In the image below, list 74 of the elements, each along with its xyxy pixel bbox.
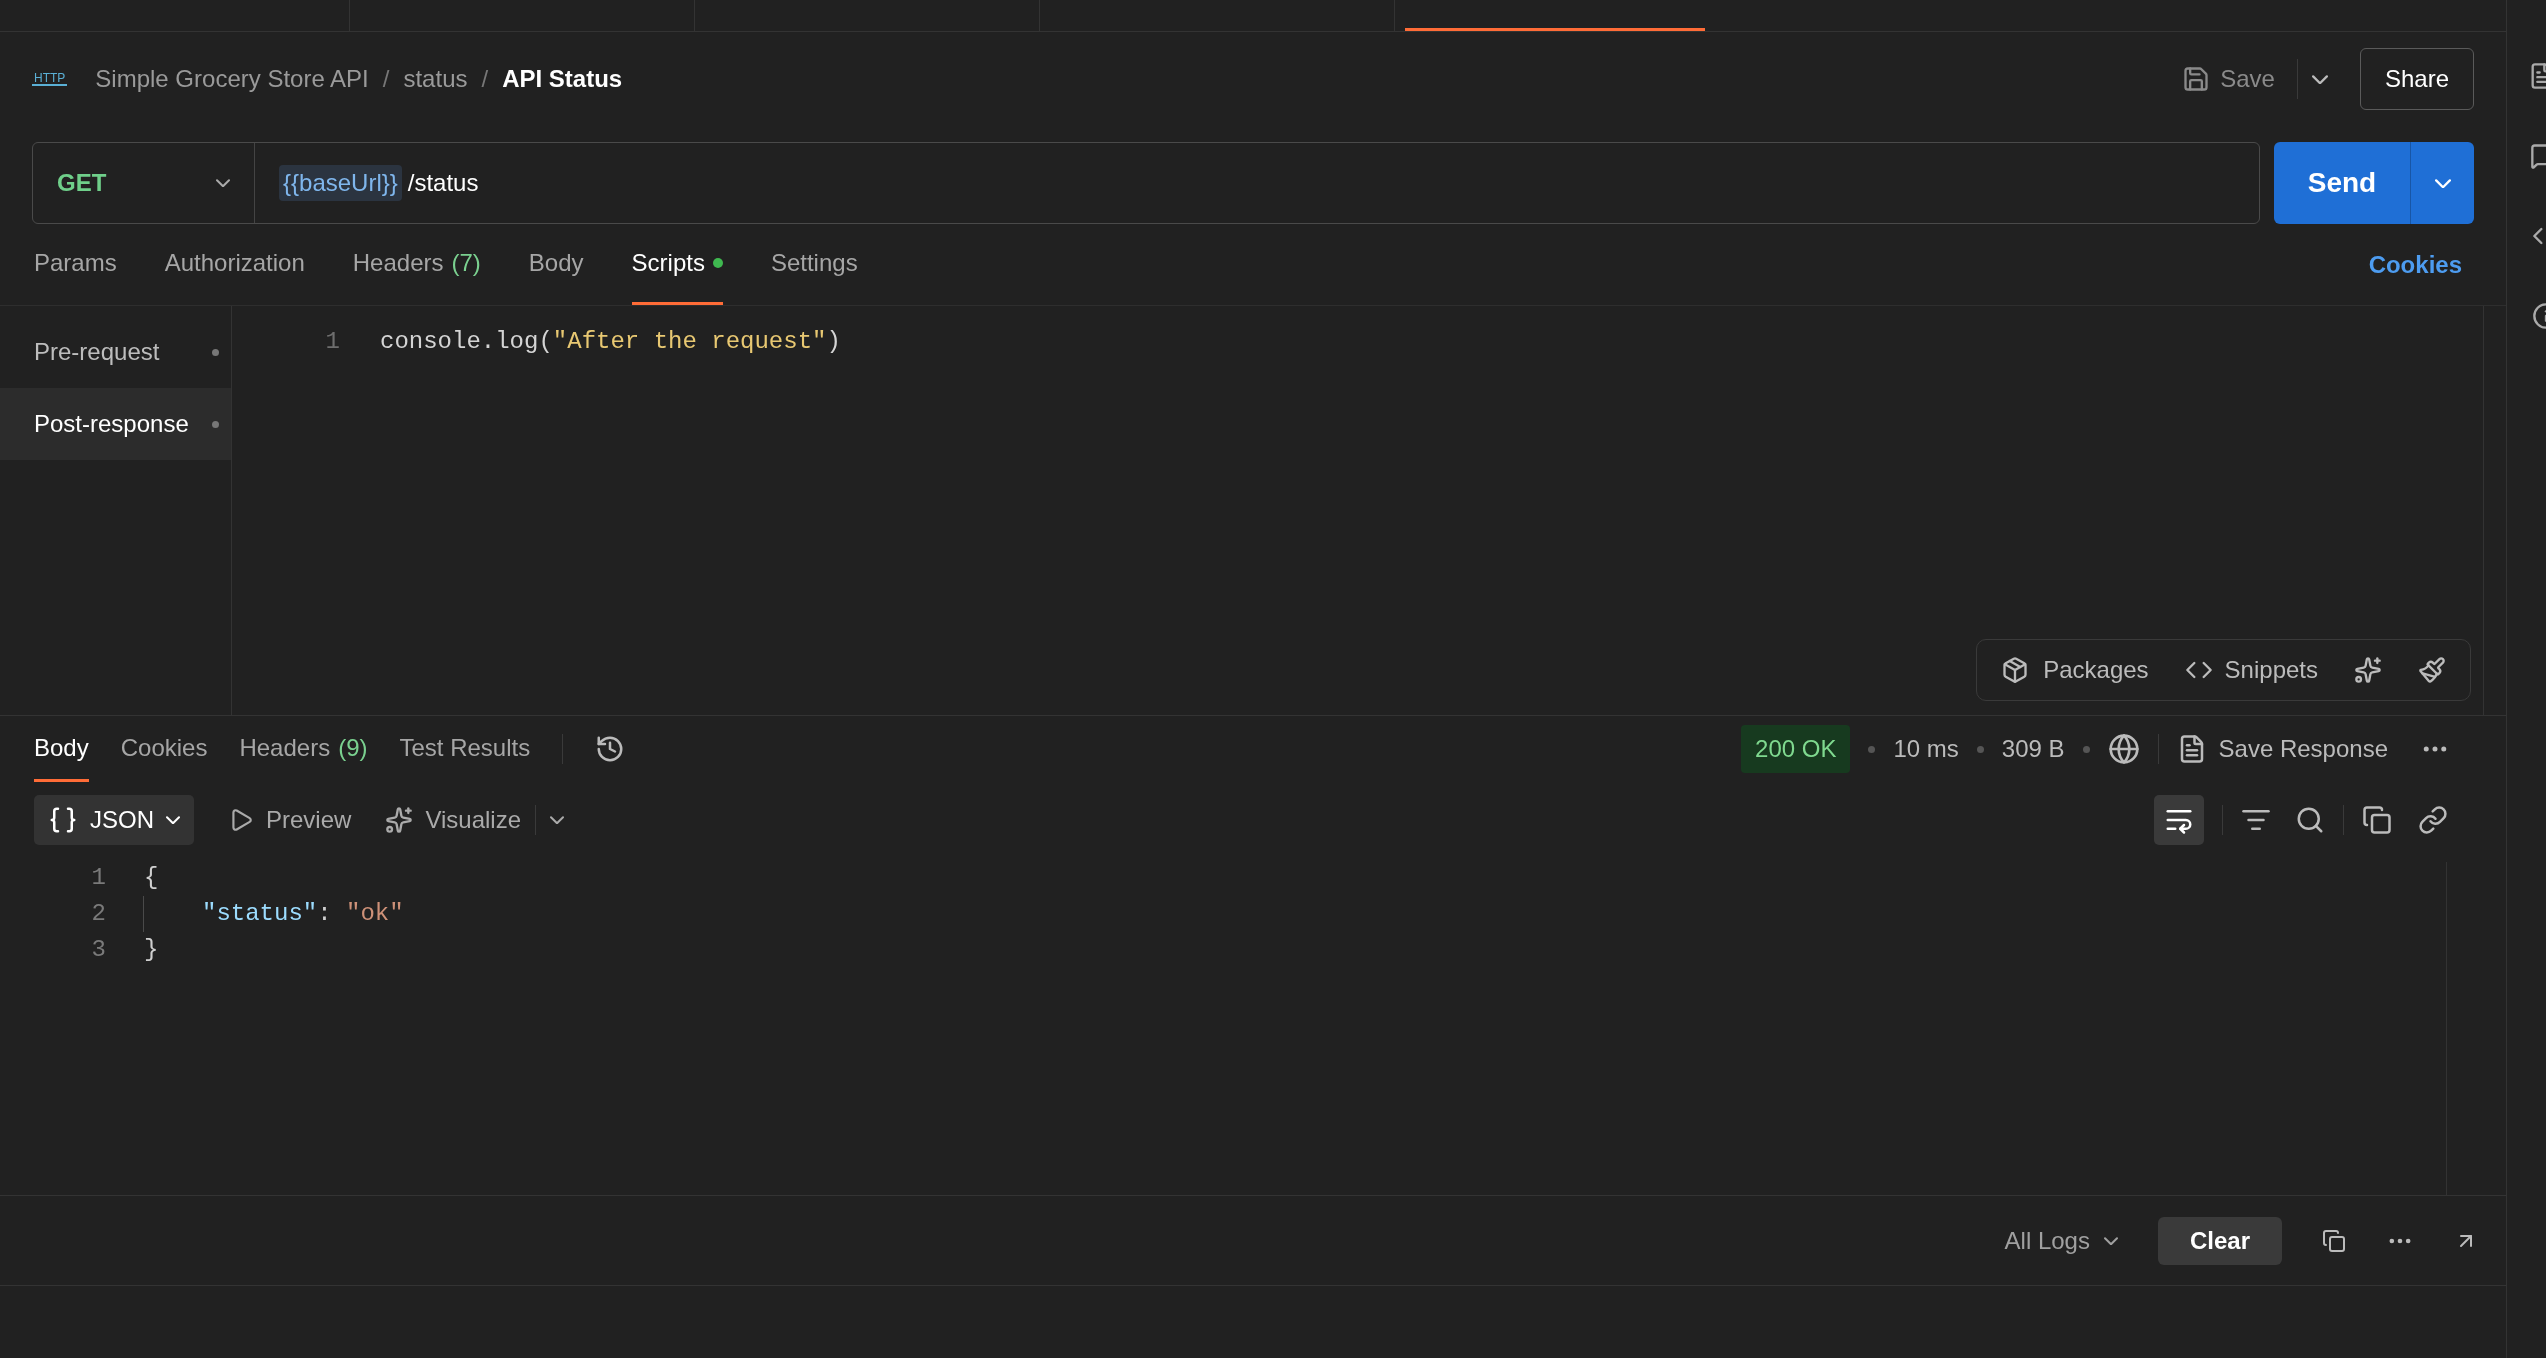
save-response-button[interactable]: Save Response bbox=[2176, 731, 2388, 767]
chevron-down-icon bbox=[2434, 178, 2451, 188]
tab[interactable]: Authorization bbox=[164, 224, 305, 305]
line-number: 1 bbox=[324, 327, 340, 357]
search-icon[interactable] bbox=[2295, 805, 2325, 835]
packages-button[interactable]: Packages bbox=[2001, 652, 2149, 688]
save-button[interactable]: Save bbox=[2174, 61, 2283, 97]
snippets-button[interactable]: Snippets bbox=[2184, 652, 2318, 688]
breadcrumb-separator: / bbox=[481, 64, 489, 94]
code-line: "status": "ok" bbox=[202, 899, 404, 929]
method-dropdown[interactable]: GET bbox=[33, 143, 255, 223]
tab-label: Body bbox=[34, 732, 89, 763]
copy-icon[interactable] bbox=[2322, 1228, 2346, 1253]
script-section-item[interactable]: Post-response bbox=[0, 388, 231, 460]
globe-icon[interactable] bbox=[2107, 733, 2140, 765]
link-icon[interactable] bbox=[2418, 805, 2448, 835]
tab-label: Headers bbox=[239, 732, 331, 763]
chevron-down-icon bbox=[166, 816, 180, 824]
status-badge: 200 OK bbox=[1741, 725, 1851, 773]
chevron-down-icon bbox=[2103, 1236, 2118, 1245]
breadcrumb-separator: / bbox=[382, 64, 390, 94]
tab[interactable]: Body bbox=[528, 224, 584, 305]
save-icon bbox=[2182, 65, 2211, 93]
url-path: /status bbox=[407, 168, 479, 198]
code-line: } bbox=[144, 935, 159, 965]
share-button[interactable]: Share bbox=[2359, 48, 2474, 110]
code-line: { bbox=[144, 863, 159, 893]
line-number: 2 bbox=[90, 899, 106, 929]
tab-label: Body bbox=[528, 248, 584, 278]
breadcrumb-item[interactable]: Simple Grocery Store API bbox=[95, 61, 369, 97]
tab-label: Cookies bbox=[120, 732, 208, 763]
tab-label: Params bbox=[34, 248, 117, 278]
send-button[interactable]: Send bbox=[2274, 142, 2410, 224]
tab[interactable]: Headers (7) bbox=[352, 224, 481, 305]
line-number: 3 bbox=[90, 935, 106, 965]
tab-label: Test Results bbox=[399, 732, 531, 763]
chevron-down-icon[interactable] bbox=[550, 816, 564, 824]
tab[interactable]: Body bbox=[34, 716, 89, 782]
wrap-lines-button[interactable] bbox=[2154, 795, 2204, 845]
brush-icon[interactable] bbox=[2418, 656, 2446, 684]
braces-icon bbox=[48, 805, 78, 835]
breadcrumb-item[interactable]: status bbox=[403, 61, 468, 97]
tab-label: Settings bbox=[770, 248, 858, 278]
tab[interactable]: Cookies bbox=[120, 716, 208, 782]
tab-count: (9) bbox=[338, 732, 368, 763]
url-input[interactable]: {{baseUrl}} /status bbox=[255, 165, 503, 201]
tab-label: Headers bbox=[352, 248, 444, 278]
chevron-down-icon bbox=[216, 179, 230, 187]
variable-tag: {{baseUrl}} bbox=[279, 165, 402, 201]
sparkle-icon bbox=[385, 806, 414, 834]
visualize-button[interactable]: Visualize bbox=[385, 802, 521, 838]
breadcrumb-item: API Status bbox=[502, 64, 623, 94]
response-time: 10 ms bbox=[1893, 734, 1959, 764]
log-filter-dropdown[interactable]: All Logs bbox=[2004, 1222, 2118, 1259]
tab[interactable]: Headers (9) bbox=[239, 716, 368, 782]
copy-icon[interactable] bbox=[2362, 805, 2392, 835]
line-number: 1 bbox=[90, 863, 106, 893]
clear-button[interactable]: Clear bbox=[2157, 1216, 2282, 1265]
tab-label: Authorization bbox=[164, 248, 305, 278]
chevron-down-icon[interactable] bbox=[2311, 74, 2328, 84]
preview-button[interactable]: Preview bbox=[228, 802, 352, 838]
tab[interactable]: Settings bbox=[770, 224, 858, 305]
tab-label: Scripts bbox=[631, 248, 705, 278]
format-dropdown[interactable]: JSON bbox=[34, 795, 194, 845]
sparkle-icon[interactable] bbox=[2354, 656, 2382, 684]
code-line: console.log("After the request") bbox=[380, 327, 841, 357]
tab-count: (7) bbox=[451, 248, 481, 278]
response-size: 309 B bbox=[2001, 734, 2065, 764]
cookies-link[interactable]: Cookies bbox=[2368, 246, 2462, 283]
tab[interactable]: Params bbox=[34, 224, 117, 305]
tab[interactable]: Scripts bbox=[631, 224, 723, 305]
script-section-item[interactable]: Pre-request bbox=[0, 316, 231, 388]
package-icon bbox=[2001, 656, 2030, 684]
tab[interactable]: Test Results bbox=[399, 716, 531, 782]
